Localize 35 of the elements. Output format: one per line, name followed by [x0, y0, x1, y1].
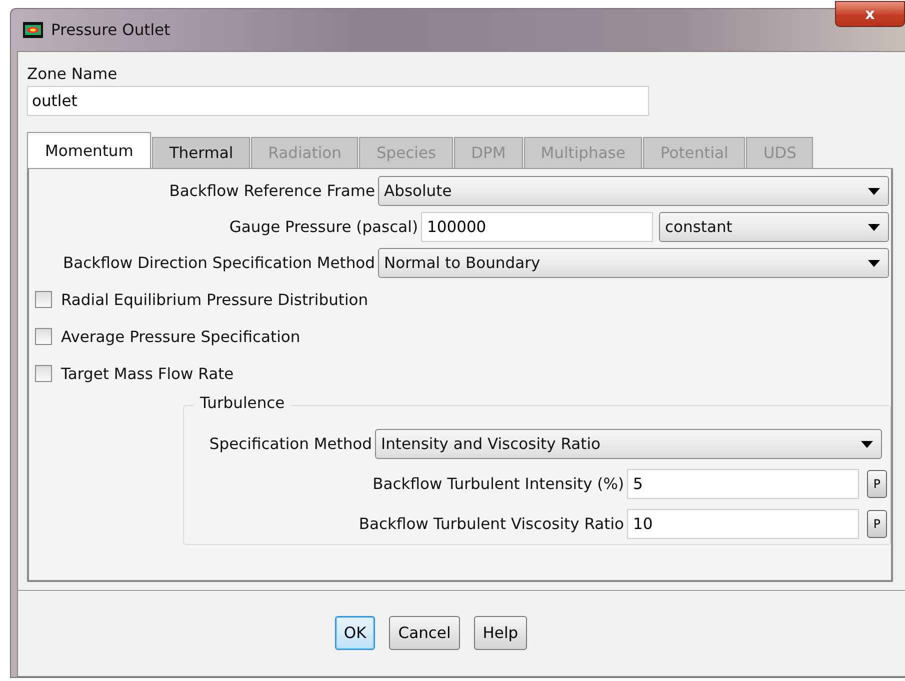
tab[interactable]: Thermal: [152, 137, 250, 168]
dialog-button[interactable]: OK: [334, 616, 376, 650]
checkbox-label: Radial Equilibrium Pressure Distribution: [61, 290, 368, 308]
input-field[interactable]: 10: [627, 509, 859, 539]
checkbox[interactable]: [35, 328, 52, 345]
field-label: Gauge Pressure (pascal): [228, 218, 418, 236]
field-label: Backflow Turbulent Viscosity Ratio: [358, 515, 624, 533]
dropdown[interactable]: Normal to Boundary: [378, 248, 889, 278]
tab[interactable]: Momentum: [27, 132, 152, 168]
input-field[interactable]: 5: [627, 469, 859, 499]
checkbox-label: Average Pressure Specification: [61, 328, 300, 346]
dropdown[interactable]: Absolute: [378, 176, 889, 206]
caret-icon: [868, 188, 880, 194]
caret-icon: [868, 224, 880, 230]
dialog-button[interactable]: Help: [474, 616, 528, 650]
dialog-button[interactable]: Cancel: [389, 616, 460, 650]
caret-icon: [868, 260, 880, 266]
window-title: Pressure Outlet: [51, 21, 170, 39]
zone-name-label: Zone Name: [27, 64, 118, 84]
close-button[interactable]: x: [835, 1, 905, 27]
caret-icon: [861, 440, 873, 448]
dropdown[interactable]: Intensity and Viscosity Ratio: [375, 429, 882, 459]
field-label: Backflow Direction Specification Method: [62, 254, 375, 272]
field-label: Backflow Reference Frame: [168, 182, 375, 200]
zone-name-field[interactable]: outlet: [27, 86, 649, 116]
dropdown[interactable]: constant: [659, 212, 889, 242]
checkbox-label: Target Mass Flow Rate: [61, 364, 234, 382]
parameter-button[interactable]: P: [867, 510, 887, 538]
checkbox[interactable]: [35, 365, 52, 382]
field-label: Backflow Turbulent Intensity (%): [372, 475, 624, 493]
field-label: Specification Method: [208, 435, 372, 453]
input-field[interactable]: 100000: [421, 212, 653, 242]
checkbox[interactable]: [35, 291, 52, 308]
app-icon: [23, 22, 43, 38]
parameter-button[interactable]: P: [867, 470, 887, 498]
